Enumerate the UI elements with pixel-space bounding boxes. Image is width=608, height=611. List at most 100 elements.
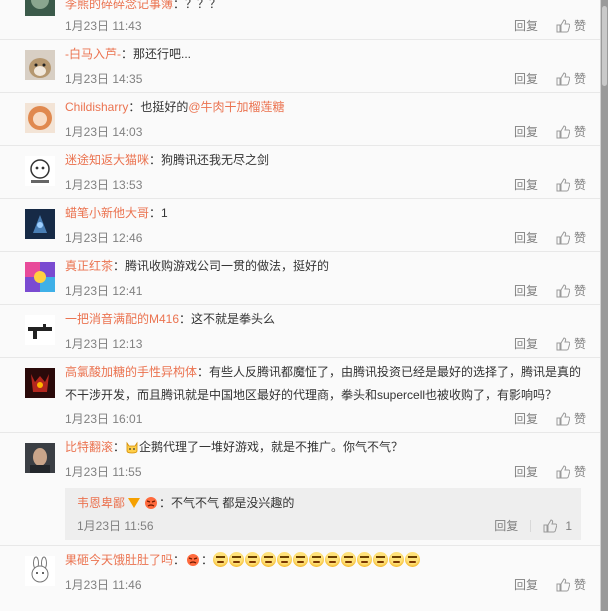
comment-time: 1月23日 14:03	[65, 125, 143, 139]
username-link[interactable]: -白马入芦-	[65, 47, 121, 61]
username-link[interactable]: 李熊的碎碎念记事簿	[65, 0, 173, 11]
comment-item: -白马入芦-：那还行吧... 1月23日 14:35 回复 赞	[0, 40, 600, 93]
thumbs-up-icon[interactable]	[556, 577, 570, 592]
laugh-emoji-icon	[293, 552, 309, 567]
like-button[interactable]: 赞	[574, 70, 586, 87]
comment-item: 果砸今天饿肚肚了吗：： 1月23日 11:46 回复 赞	[0, 546, 600, 611]
comment-panel: 李熊的碎碎念记事簿：？？？ 1月23日 11:43 回复 赞 -白马入芦-：那还…	[0, 0, 601, 611]
comment-text: 企鹅代理了一堆好游戏，就是不推广。你气不气？	[139, 440, 404, 454]
sub-reply-text: ：不气不气 都是没兴趣的	[159, 496, 295, 510]
laugh-emoji-icon	[261, 552, 277, 567]
username-link[interactable]: 蜡笔小新他大哥	[65, 206, 149, 220]
angry-emoji-icon	[145, 497, 158, 509]
username-link[interactable]: 比特翻滚	[65, 440, 113, 454]
username-link[interactable]: 迷途知返大猫咪	[65, 153, 149, 167]
reply-button[interactable]: 回复	[514, 123, 538, 140]
like-button[interactable]: 赞	[574, 463, 586, 480]
sub-reply: 韦恩卑鄙 ：不气不气 都是没兴趣的 1月23日 11:56 回复 1	[65, 488, 581, 540]
laugh-emoji-icon	[325, 552, 341, 567]
like-button[interactable]: 赞	[574, 123, 586, 140]
avatar[interactable]	[25, 209, 55, 239]
comment-time: 1月23日 14:35	[65, 72, 143, 86]
laugh-emoji-icon	[245, 552, 261, 567]
comment-item: 一把消音满配的M416：这不就是拳头么 1月23日 12:13 回复 赞	[0, 305, 600, 358]
avatar[interactable]	[25, 50, 55, 80]
like-count: 1	[565, 518, 572, 533]
reply-button[interactable]: 回复	[514, 70, 538, 87]
comment-item: Childisharry：也挺好的@牛肉干加榴莲糖 1月23日 14:03 回复…	[0, 93, 600, 146]
thumbs-up-icon[interactable]	[556, 18, 570, 33]
like-button[interactable]: 赞	[574, 576, 586, 593]
laugh-emoji-icon	[341, 552, 357, 567]
scrollbar[interactable]	[601, 0, 608, 611]
username-link[interactable]: 韦恩卑鄙	[77, 496, 125, 510]
scrollbar-thumb[interactable]	[602, 6, 607, 86]
like-button[interactable]: 赞	[574, 410, 586, 427]
like-button[interactable]: 赞	[574, 282, 586, 299]
sub-reply-time: 1月23日 11:56	[77, 519, 154, 533]
comment-time: 1月23日 11:55	[65, 465, 142, 479]
reply-button[interactable]: 回复	[514, 229, 538, 246]
divider	[530, 519, 532, 532]
thumbs-up-icon[interactable]	[556, 336, 570, 351]
comment-item: 真正红茶：腾讯收购游戏公司一贯的做法，挺好的 1月23日 12:41 回复 赞	[0, 252, 600, 305]
thumbs-up-icon[interactable]	[556, 230, 570, 245]
comment-text: ：腾讯收购游戏公司一贯的做法，挺好的	[113, 259, 330, 273]
comment-time: 1月23日 11:46	[65, 578, 142, 592]
username-link[interactable]: 高氯酸加糖的手性异构体	[65, 365, 197, 379]
sub-reply-button[interactable]: 回复	[494, 517, 518, 534]
like-button[interactable]: 赞	[574, 176, 586, 193]
laugh-emoji-icon	[229, 552, 245, 567]
laugh-emoji-icon	[277, 552, 293, 567]
reply-button[interactable]: 回复	[514, 176, 538, 193]
reply-button[interactable]: 回复	[514, 17, 538, 34]
comment-time: 1月23日 12:41	[65, 284, 143, 298]
laugh-emoji-icon	[373, 552, 389, 567]
thumbs-up-icon[interactable]	[556, 71, 570, 86]
comment-text-continued: 不干涉开发，而且腾讯就是中国地区最好的代理商，拳头和supercell也被收购了…	[65, 388, 558, 402]
laugh-emoji-icon	[357, 552, 373, 567]
avatar[interactable]	[25, 443, 55, 473]
mention-link[interactable]: @牛肉干加榴莲糖	[188, 100, 284, 114]
reply-button[interactable]: 回复	[514, 576, 538, 593]
avatar[interactable]	[25, 156, 55, 186]
avatar[interactable]	[25, 556, 55, 586]
avatar[interactable]	[25, 0, 55, 16]
comment-text: ：1	[149, 206, 168, 220]
username-link[interactable]: 一把消音满配的M416	[65, 312, 179, 326]
comment-text: ：有些人反腾讯都魔怔了，由腾讯投资已经是最好的选择了，腾讯是真的	[197, 365, 582, 379]
verified-badge-icon	[128, 498, 141, 508]
avatar[interactable]	[25, 368, 55, 398]
avatar[interactable]	[25, 315, 55, 345]
comment-text: ：那还行吧...	[121, 47, 192, 61]
like-button[interactable]: 赞	[574, 335, 586, 352]
avatar[interactable]	[25, 262, 55, 292]
like-button[interactable]: 赞	[574, 229, 586, 246]
avatar[interactable]	[25, 103, 55, 133]
thumbs-up-icon[interactable]	[556, 283, 570, 298]
thumbs-up-icon[interactable]	[556, 411, 570, 426]
comment-time: 1月23日 16:01	[65, 412, 143, 426]
username-link[interactable]: 真正红茶	[65, 259, 113, 273]
comment-text: ：？？？	[173, 0, 222, 11]
laugh-emoji-icon	[405, 552, 421, 567]
username-link[interactable]: 果砸今天饿肚肚了吗	[65, 553, 173, 567]
thumbs-up-icon[interactable]	[543, 518, 558, 533]
username-link[interactable]: Childisharry	[65, 100, 128, 114]
comment-text: ：也挺好的	[128, 100, 189, 114]
comment-time: 1月23日 12:13	[65, 337, 143, 351]
laugh-emoji-icon	[389, 552, 405, 567]
thumbs-up-icon[interactable]	[556, 177, 570, 192]
reply-button[interactable]: 回复	[514, 463, 538, 480]
comment-time: 1月23日 11:43	[65, 19, 142, 33]
thumbs-up-icon[interactable]	[556, 464, 570, 479]
like-button[interactable]: 赞	[574, 17, 586, 34]
comment-item: 高氯酸加糖的手性异构体：有些人反腾讯都魔怔了，由腾讯投资已经是最好的选择了，腾讯…	[0, 358, 600, 433]
comment-time: 1月23日 12:46	[65, 231, 143, 245]
reply-button[interactable]: 回复	[514, 410, 538, 427]
cat-emoji-icon	[126, 441, 138, 454]
reply-button[interactable]: 回复	[514, 282, 538, 299]
laugh-emoji-icon	[213, 552, 229, 567]
thumbs-up-icon[interactable]	[556, 124, 570, 139]
reply-button[interactable]: 回复	[514, 335, 538, 352]
